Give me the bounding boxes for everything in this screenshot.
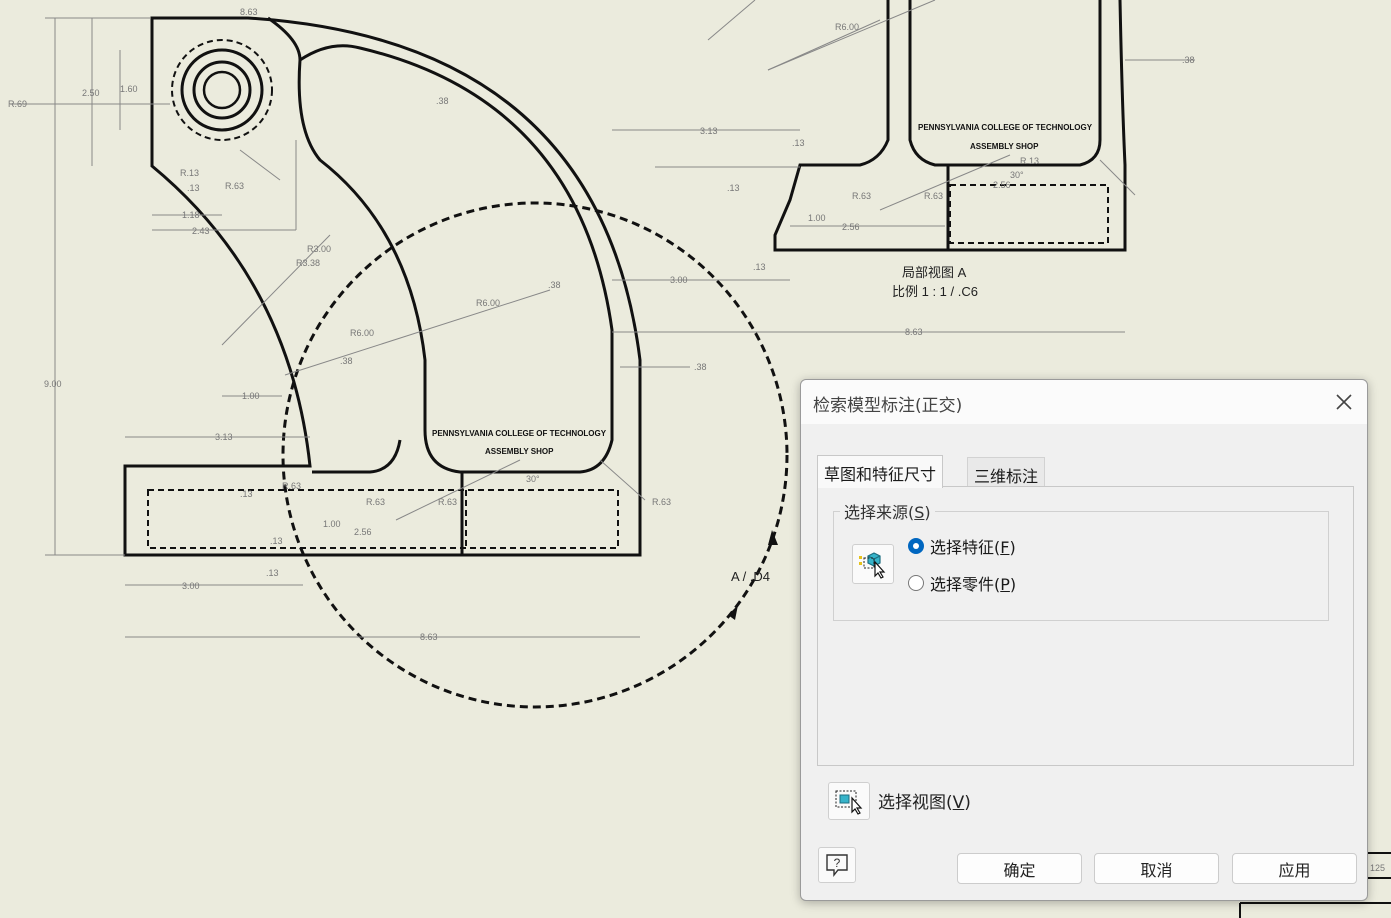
radio-select-part-label: 选择零件(P) xyxy=(930,575,1017,594)
dim-text: 2.43 xyxy=(192,226,210,236)
dim-text: .13 xyxy=(727,183,740,193)
engraving-line-1-detail: PENNSYLVANIA COLLEGE OF TECHNOLOGY xyxy=(918,123,1093,132)
dim-text: R.63 xyxy=(652,497,671,507)
front-view-inner-arc xyxy=(297,44,614,474)
select-source-group: 选择来源(S) 选择特征(F) 选择零件(P) xyxy=(833,499,1329,621)
radio-select-feature[interactable]: 选择特征(F) xyxy=(908,534,1016,558)
dim-text: R6.00 xyxy=(476,298,500,308)
select-view-tool-button[interactable] xyxy=(828,782,870,820)
dim-text: 8.63 xyxy=(905,327,923,337)
select-view-icon xyxy=(835,790,863,815)
dim-text: 30° xyxy=(1010,170,1024,180)
svg-text:?: ? xyxy=(834,856,841,870)
detail-view-title: 局部视图 A xyxy=(902,265,967,280)
detail-callout-label: A / .D4 xyxy=(731,569,770,584)
engraving-line-2: ASSEMBLY SHOP xyxy=(485,447,554,456)
dim-text: 1.18 xyxy=(182,210,200,220)
tab-3d-annotations[interactable]: 三维标注 xyxy=(967,457,1046,486)
hub-hidden-circle xyxy=(171,39,273,141)
dim-text: 1.00 xyxy=(323,519,341,529)
dim-text: 8.63 xyxy=(420,632,438,642)
dim-text: 3.00 xyxy=(182,581,200,591)
dim-text: .13 xyxy=(240,489,253,499)
dim-text: R.69 xyxy=(8,99,27,109)
dim-text: R.63 xyxy=(852,191,871,201)
front-view-outer-profile xyxy=(123,16,642,557)
dim-text: 1.60 xyxy=(120,84,138,94)
dim-text: .13 xyxy=(792,138,805,148)
dim-text: .13 xyxy=(187,183,200,193)
close-button[interactable] xyxy=(1329,387,1359,417)
help-button[interactable]: ? xyxy=(818,847,856,883)
dim-text: 1.00 xyxy=(242,391,260,401)
dialog-titlebar[interactable]: 检索模型标注(正交) xyxy=(801,380,1367,424)
dialog-title: 检索模型标注(正交) xyxy=(813,396,963,416)
dim-text: .13 xyxy=(753,262,766,272)
detail-arrow-top xyxy=(768,530,778,545)
dim-text: 2.50 xyxy=(82,88,100,98)
close-icon xyxy=(1336,394,1352,410)
dim-text: .13 xyxy=(270,536,283,546)
dim-text: R.63 xyxy=(282,481,301,491)
tab-sketch-feature-dims[interactable]: 草图和特征尺寸 xyxy=(817,455,944,488)
engraving-line-2-detail: ASSEMBLY SHOP xyxy=(970,142,1039,151)
dim-text: 9.00 xyxy=(44,379,62,389)
dim-text: 3.13 xyxy=(215,432,233,442)
select-feature-tool-button[interactable] xyxy=(852,544,894,584)
hub-inner-circle xyxy=(202,70,242,110)
engraving-line-1: PENNSYLVANIA COLLEGE OF TECHNOLOGY xyxy=(432,429,607,438)
dim-text: 3.13 xyxy=(700,126,718,136)
dim-text: 2.56 xyxy=(354,527,372,537)
apply-button[interactable]: 应用 xyxy=(1232,853,1357,884)
detail-arrow-bottom xyxy=(728,605,738,620)
dim-text: .38 xyxy=(340,356,353,366)
dim-text: 125 xyxy=(1370,863,1385,873)
help-icon: ? xyxy=(826,854,848,877)
dim-text: R.63 xyxy=(366,497,385,507)
radio-select-part-dot[interactable] xyxy=(908,575,924,591)
dim-text: R6.00 xyxy=(350,328,374,338)
retrieve-annotations-dialog: 检索模型标注(正交) 草图和特征尺寸 三维标注 选择来源(S) 选择特征(F) … xyxy=(800,379,1368,901)
dim-text: .38 xyxy=(548,280,561,290)
dim-text: R3.38 xyxy=(296,258,320,268)
cancel-button[interactable]: 取消 xyxy=(1094,853,1219,884)
dim-text: .38 xyxy=(1182,55,1195,65)
front-view-rib xyxy=(312,439,402,474)
dim-text: 8.63 xyxy=(240,7,258,17)
detail-view-scale: 比例 1 : 1 / .C6 xyxy=(892,284,978,299)
dim-text: 30° xyxy=(526,474,540,484)
select-view-label[interactable]: 选择视图(V) xyxy=(878,788,971,813)
dim-text: 2.56 xyxy=(842,222,860,232)
dim-text: R.63 xyxy=(225,181,244,191)
dim-text: 1.00 xyxy=(808,213,826,223)
dim-text: .38 xyxy=(694,362,707,372)
tab-panel: 选择来源(S) 选择特征(F) 选择零件(P) xyxy=(817,486,1354,766)
hidden-line-detail-base xyxy=(949,184,1109,244)
dim-text: R3.00 xyxy=(307,244,331,254)
dim-text: R.13 xyxy=(1020,156,1039,166)
dim-text: R.63 xyxy=(438,497,457,507)
dim-text: 2.56 xyxy=(993,180,1011,190)
dim-text: 3.00 xyxy=(670,275,688,285)
dim-text: .38 xyxy=(436,96,449,106)
dim-text: R.63 xyxy=(924,191,943,201)
radio-select-part[interactable]: 选择零件(P) xyxy=(908,571,1016,595)
dim-text: .13 xyxy=(266,568,279,578)
dim-text: R6.00 xyxy=(835,22,859,32)
ok-button[interactable]: 确定 xyxy=(957,853,1082,884)
hub-mid-circle xyxy=(192,60,252,120)
select-source-label: 选择来源(S) xyxy=(840,499,935,523)
select-feature-icon xyxy=(859,552,886,579)
dim-text: R.13 xyxy=(180,168,199,178)
detail-view-inner xyxy=(908,0,1102,167)
radio-select-feature-dot[interactable] xyxy=(908,538,924,554)
radio-select-feature-label: 选择特征(F) xyxy=(930,538,1016,557)
front-view-mid-arc xyxy=(267,16,302,61)
